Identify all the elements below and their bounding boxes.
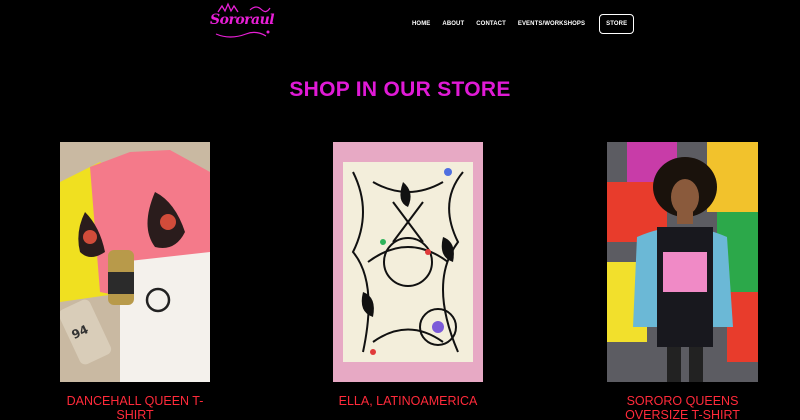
logo-text: Sororaul: [210, 12, 275, 28]
product-image-ella-latinoamerica[interactable]: [333, 142, 483, 382]
store-button[interactable]: STORE: [599, 14, 635, 34]
nav-item-events-workshops[interactable]: EVENTS/WORKSHOPS: [518, 21, 585, 27]
product-title[interactable]: DANCEHALL QUEEN T-SHIRT: [60, 394, 210, 420]
main-nav: HOME ABOUT CONTACT EVENTS/WORKSHOPS STOR…: [412, 13, 635, 35]
brand-logo[interactable]: Sororaul: [210, 2, 275, 42]
product-title[interactable]: ELLA, LATINOAMERICA: [333, 394, 483, 408]
shop-heading: SHOP IN OUR STORE: [289, 78, 511, 101]
product-image-tshirts[interactable]: 94: [60, 142, 210, 382]
nav-item-home[interactable]: HOME: [412, 21, 430, 27]
nav-item-contact[interactable]: CONTACT: [476, 21, 506, 27]
product-card[interactable]: SORORO QUEENS OVERSIZE T-SHIRT: [607, 142, 758, 420]
product-image-sororo-queens[interactable]: [607, 142, 758, 382]
product-card[interactable]: 94 DANCEHALL QUEEN T-SHIRT: [60, 142, 210, 420]
product-card[interactable]: ELLA, LATINOAMERICA: [333, 142, 483, 408]
product-title[interactable]: SORORO QUEENS OVERSIZE T-SHIRT: [607, 394, 758, 420]
nav-item-about[interactable]: ABOUT: [442, 21, 464, 27]
page: Sororaul HOME ABOUT CONTACT EVENTS/WORKS…: [0, 0, 800, 420]
